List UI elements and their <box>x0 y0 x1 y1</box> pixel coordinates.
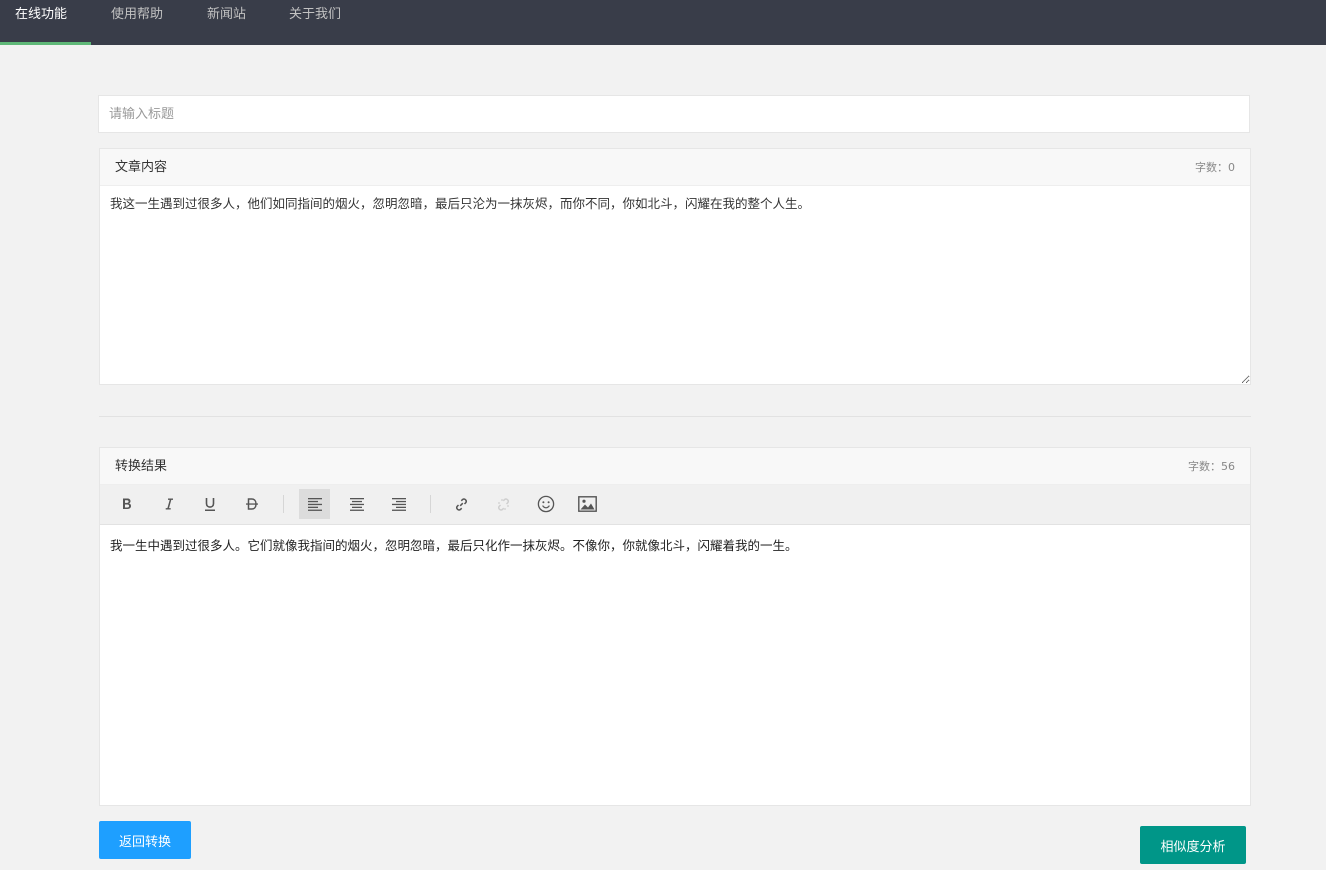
align-right-icon[interactable] <box>383 489 414 519</box>
strikethrough-icon[interactable] <box>236 489 267 519</box>
result-panel-header: 转换结果 字数：56 <box>100 448 1250 485</box>
title-input[interactable] <box>98 95 1250 133</box>
nav-item-about[interactable]: 关于我们 <box>274 0 356 45</box>
nav-item-help[interactable]: 使用帮助 <box>96 0 178 45</box>
image-icon[interactable] <box>572 489 603 519</box>
editor-toolbar <box>100 485 1250 525</box>
underline-icon[interactable] <box>194 489 225 519</box>
link-icon[interactable] <box>446 489 477 519</box>
top-navigation: 在线功能 使用帮助 新闻站 关于我们 <box>0 0 1326 45</box>
toolbar-separator <box>430 495 431 513</box>
similarity-analysis-button[interactable]: 相似度分析 <box>1140 826 1246 864</box>
result-panel: 转换结果 字数：56 我一生中遇到过很多人。它们就像我指间的烟火，忽明忽暗，最后… <box>99 447 1251 806</box>
result-word-count: 字数：56 <box>1188 460 1235 473</box>
back-to-convert-button[interactable]: 返回转换 <box>99 821 191 859</box>
unlink-icon <box>488 489 519 519</box>
source-textarea[interactable]: 我这一生遇到过很多人，他们如同指间的烟火，忽明忽暗，最后只沦为一抹灰烬，而你不同… <box>100 186 1250 384</box>
section-divider <box>99 416 1251 417</box>
align-center-icon[interactable] <box>341 489 372 519</box>
bold-icon[interactable] <box>111 489 142 519</box>
nav-item-news[interactable]: 新闻站 <box>192 0 261 45</box>
source-panel: 文章内容 字数：0 我这一生遇到过很多人，他们如同指间的烟火，忽明忽暗，最后只沦… <box>99 148 1251 385</box>
align-left-icon[interactable] <box>299 489 330 519</box>
source-panel-title: 文章内容 <box>115 160 168 175</box>
result-panel-title: 转换结果 <box>115 459 168 474</box>
toolbar-separator <box>283 495 284 513</box>
emoji-icon[interactable] <box>530 489 561 519</box>
italic-icon[interactable] <box>153 489 184 519</box>
result-content[interactable]: 我一生中遇到过很多人。它们就像我指间的烟火，忽明忽暗，最后只化作一抹灰烬。不像你… <box>100 525 1250 805</box>
source-word-count: 字数：0 <box>1195 161 1235 174</box>
nav-item-online-functions[interactable]: 在线功能 <box>0 0 91 45</box>
source-panel-header: 文章内容 字数：0 <box>100 149 1250 186</box>
